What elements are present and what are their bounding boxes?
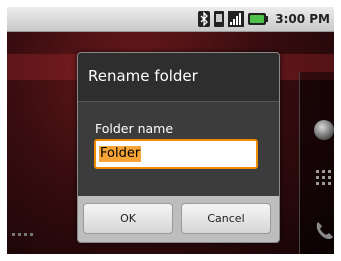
bluetooth-icon — [198, 11, 211, 27]
app-grid-icon[interactable] — [316, 170, 332, 186]
cancel-button[interactable]: Cancel — [181, 203, 271, 234]
dialog-button-bar: OK Cancel — [78, 196, 279, 242]
rename-folder-dialog: Rename folder Folder name Folder OK Canc… — [77, 52, 280, 243]
folder-name-label: Folder name — [95, 121, 174, 136]
ok-button[interactable]: OK — [83, 203, 173, 234]
folder-name-input[interactable]: Folder — [94, 139, 258, 169]
device-screen: 3:00 PM Rename folder Folder name Folder… — [7, 7, 334, 254]
folder-name-value: Folder — [99, 146, 142, 162]
launcher-dock — [299, 72, 334, 254]
status-icons: 3:00 PM — [198, 7, 330, 31]
dialog-body: Folder name Folder — [78, 102, 279, 196]
battery-icon — [248, 13, 269, 25]
page-indicator-dots — [12, 233, 33, 236]
signal-icon — [228, 11, 245, 27]
status-time: 3:00 PM — [275, 12, 330, 26]
dialog-title-bar: Rename folder — [78, 53, 279, 102]
phone-icon[interactable] — [313, 220, 334, 242]
browser-icon[interactable] — [314, 120, 334, 140]
dialog-title: Rename folder — [88, 67, 198, 85]
vibrate-icon — [214, 11, 225, 27]
status-bar: 3:00 PM — [7, 7, 334, 32]
